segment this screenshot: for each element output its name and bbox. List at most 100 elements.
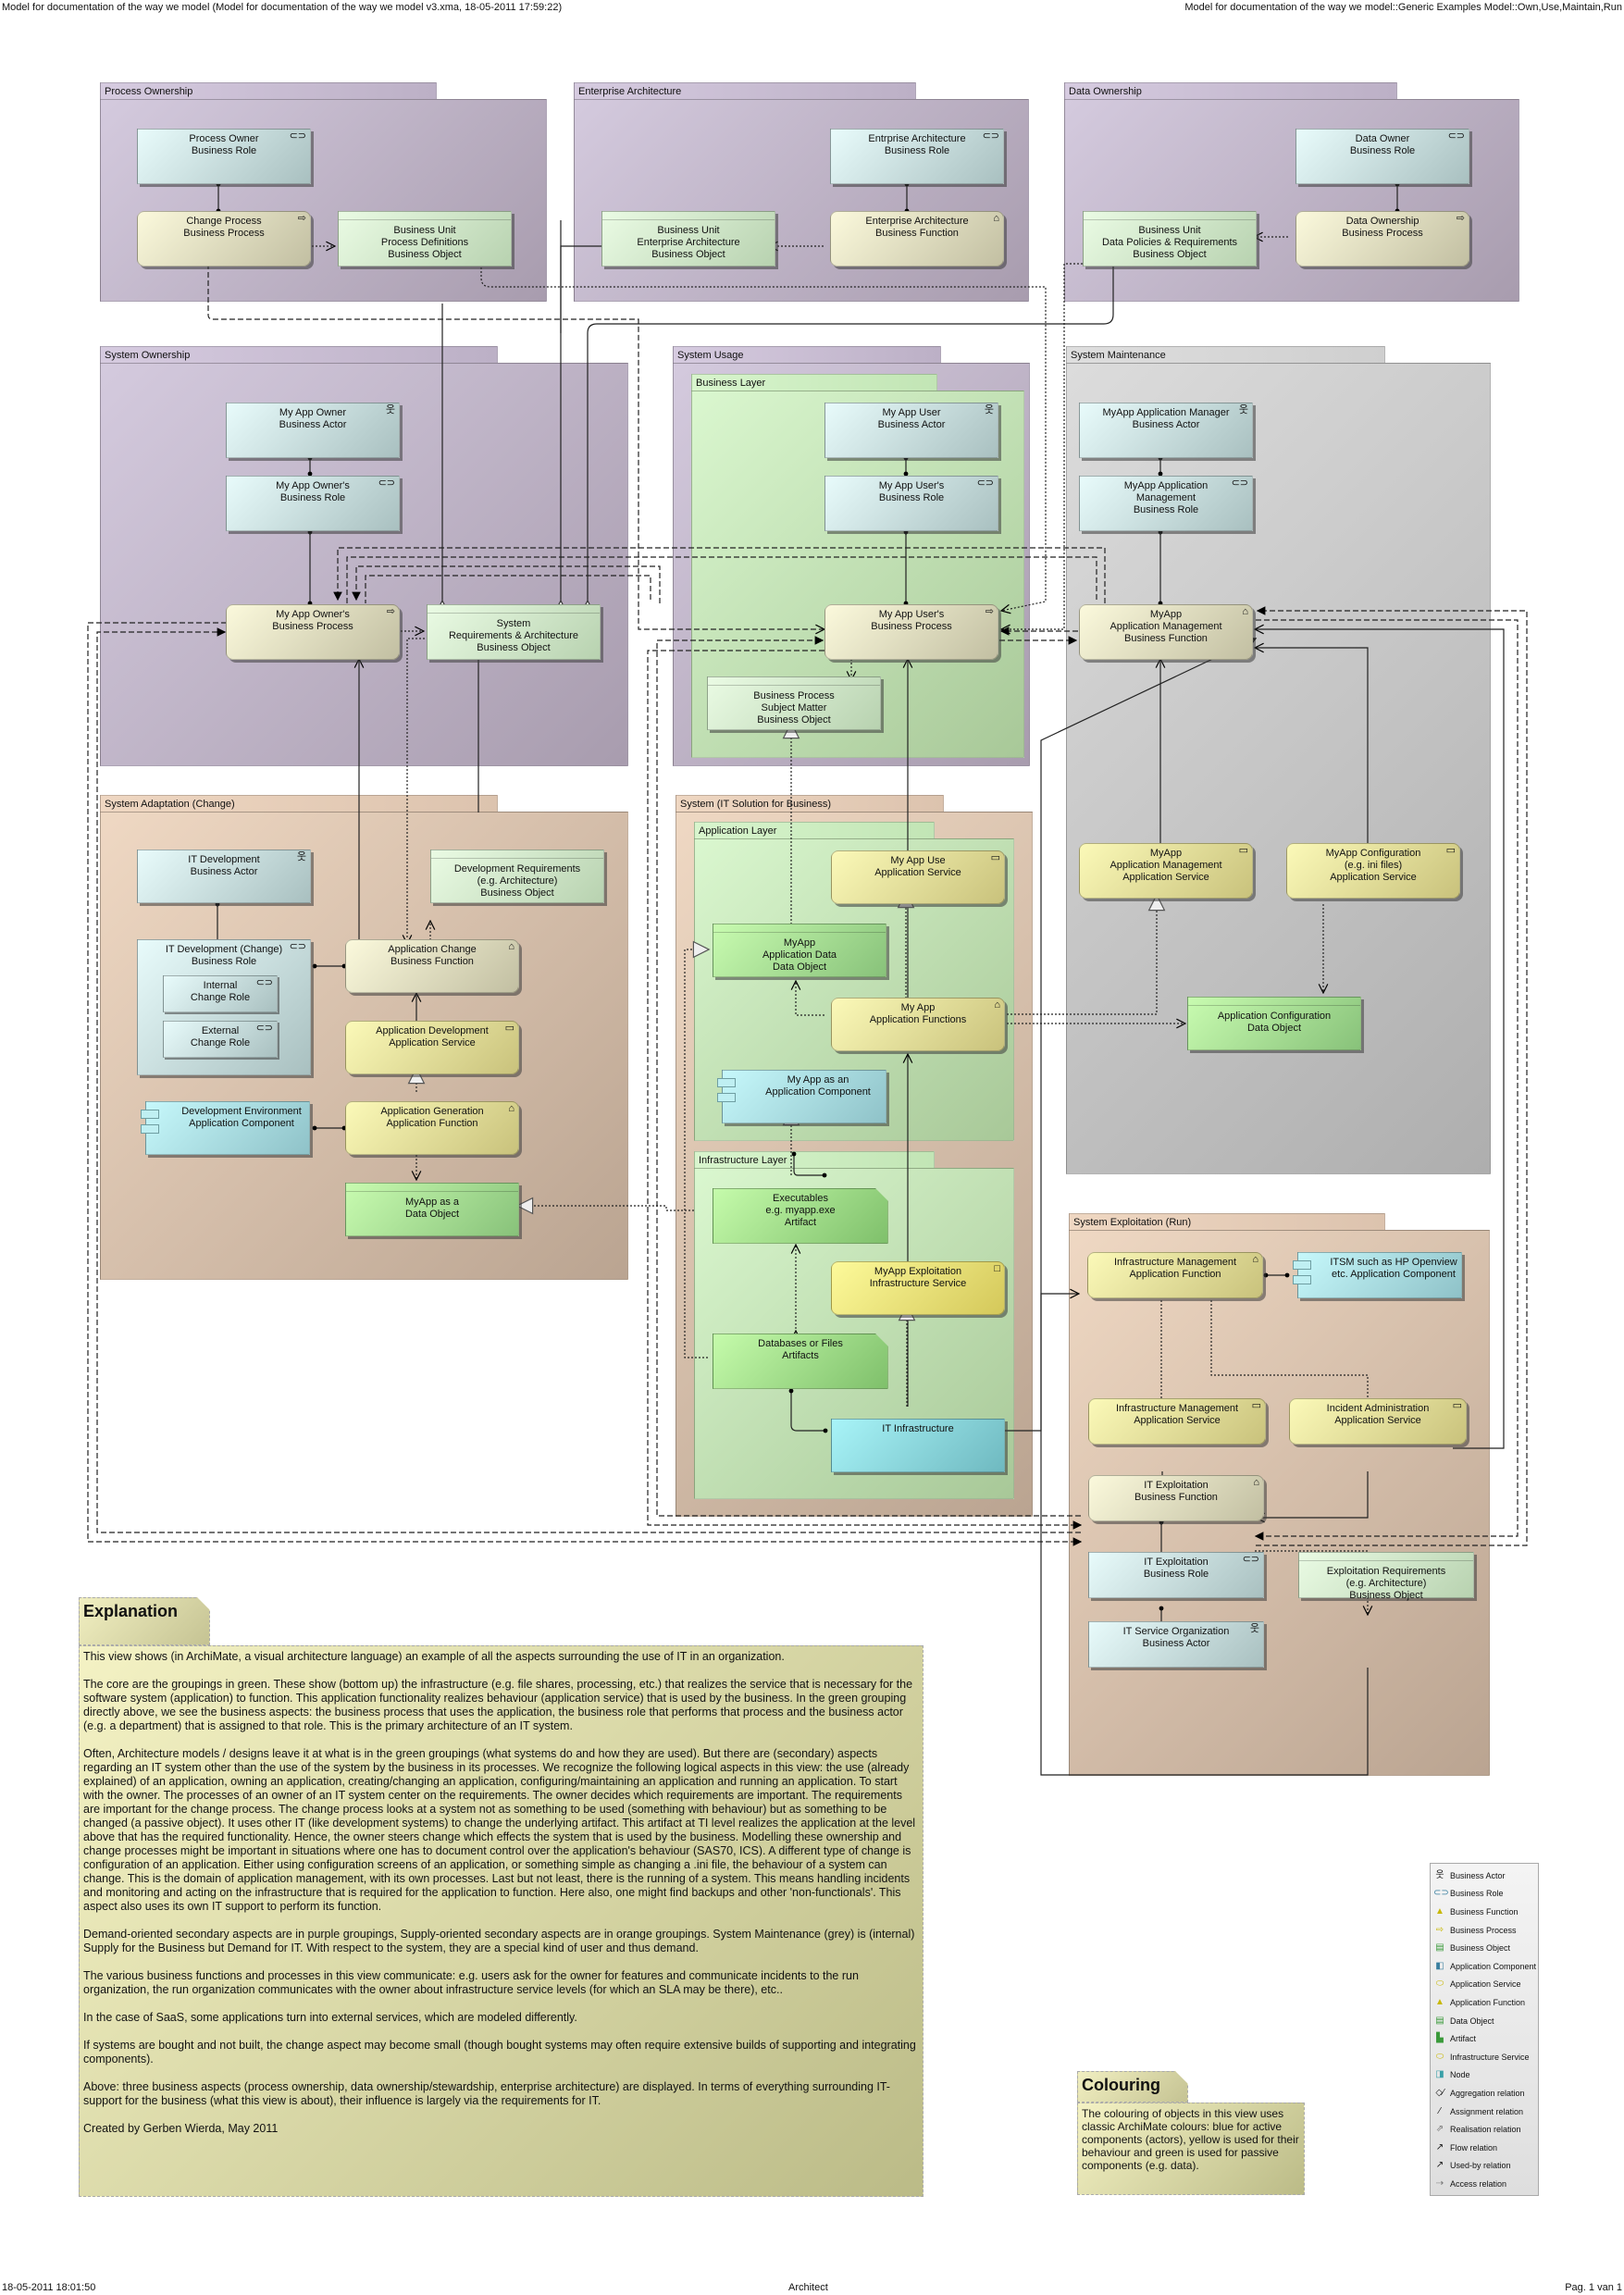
element-app-user-actor[interactable]: My App User Business Actor 웃: [824, 403, 998, 458]
realisation-relation-icon: ⇗: [1435, 2124, 1444, 2135]
element-app-manager-actor[interactable]: MyApp Application Manager Business Actor…: [1079, 403, 1253, 458]
group-data-ownership[interactable]: Data Ownership: [1064, 82, 1519, 302]
element-app-user-process[interactable]: My App User's Business Process ⇨: [824, 604, 998, 660]
element-bu-ea-object[interactable]: Business Unit Enterprise Architecture Bu…: [601, 211, 775, 267]
legend-label: Business Function: [1450, 1906, 1519, 1917]
explanation-credit: Created by Gerben Wierda, May 2011: [83, 2122, 279, 2135]
element-dev-requirements[interactable]: Development Requirements (e.g. Architect…: [430, 850, 604, 903]
element-label: MyApp Application Management Business Fu…: [1110, 609, 1222, 644]
legend-label: Application Function: [1450, 1997, 1526, 2007]
element-label: IT Development Business Actor: [188, 854, 260, 877]
element-dev-env-component[interactable]: Development Environment Application Comp…: [141, 1101, 310, 1155]
element-app-owner-role[interactable]: My App Owner's Business Role ⊂⊃: [226, 476, 400, 531]
element-system-requirements[interactable]: System Requirements & Architecture Busin…: [427, 604, 601, 660]
element-app-component[interactable]: My App as an Application Component: [717, 1070, 886, 1123]
legend: 웃 Business Actor ⊂⊃ Business Role ▲ Busines…: [1430, 1863, 1539, 2196]
explanation-title: Explanation: [79, 1597, 210, 1645]
group-label: System Maintenance: [1066, 346, 1385, 363]
element-app-gen-function[interactable]: Application Generation Application Funct…: [345, 1101, 519, 1155]
element-databases-artifact[interactable]: Databases or Files Artifacts: [713, 1334, 888, 1389]
element-it-service-org-actor[interactable]: IT Service Organization Business Actor 웃: [1088, 1621, 1264, 1668]
element-data-ownership-process[interactable]: Data Ownership Business Process ⇨: [1295, 211, 1469, 267]
group-label: Infrastructure Layer: [694, 1151, 935, 1168]
element-process-owner-role[interactable]: Process Owner Business Role ⊂⊃: [137, 129, 311, 184]
element-ea-role[interactable]: Entrprise Architecture Business Role ⊂⊃: [830, 129, 1004, 184]
element-data-owner-role[interactable]: Data Owner Business Role ⊂⊃: [1295, 129, 1469, 184]
group-enterprise-architecture[interactable]: Enterprise Architecture: [574, 82, 1029, 302]
element-it-exploitation-function[interactable]: IT Exploitation Business Function ⌂: [1088, 1475, 1264, 1521]
element-label: Application Change Business Function: [388, 944, 477, 967]
element-app-change-function[interactable]: Application Change Business Function ⌂: [345, 939, 519, 993]
element-exploitation-infra-service[interactable]: MyApp Exploitation Infrastructure Servic…: [831, 1261, 1005, 1315]
element-itsm-component[interactable]: ITSM such as HP Openview etc. Applicatio…: [1293, 1252, 1462, 1298]
explanation-paragraph: Demand-oriented secondary aspects are in…: [83, 1928, 915, 1954]
element-label: My App Use Application Service: [874, 855, 961, 878]
element-exploitation-requirements[interactable]: Exploitation Requirements (e.g. Architec…: [1298, 1552, 1474, 1601]
element-app-owner-actor[interactable]: My App Owner Business Actor 웃: [226, 403, 400, 458]
element-label: Entrprise Architecture Business Role: [868, 133, 966, 156]
element-app-dev-service[interactable]: Application Development Application Serv…: [345, 1021, 519, 1074]
element-app-functions[interactable]: My App Application Functions ⌂: [831, 998, 1005, 1051]
group-label: Application Layer: [694, 822, 935, 838]
business-function-icon: ⌂: [508, 941, 514, 952]
element-executables-artifact[interactable]: Executables e.g. myapp.exe Artifact: [713, 1188, 888, 1244]
element-label: My App as an Application Component: [765, 1074, 871, 1098]
element-label: Internal Change Role: [190, 980, 251, 1003]
element-app-mgmt-function[interactable]: MyApp Application Management Business Fu…: [1079, 604, 1253, 660]
element-infra-mgmt-service[interactable]: Infrastructure Management Application Se…: [1088, 1398, 1266, 1445]
element-app-use-service[interactable]: My App Use Application Service ▭: [831, 850, 1005, 904]
element-label: Exploitation Requirements (e.g. Architec…: [1326, 1566, 1446, 1601]
element-internal-change-role[interactable]: Internal Change Role ⊂⊃: [163, 975, 278, 1012]
group-process-ownership[interactable]: Process Ownership: [100, 82, 547, 302]
business-function-icon: ▲: [1435, 1905, 1444, 1917]
element-label: Process Owner Business Role: [189, 133, 259, 156]
legend-item: ▙ Artifact: [1431, 2029, 1538, 2048]
element-it-dev-actor[interactable]: IT Development Business Actor 웃: [137, 850, 311, 903]
element-label: Development Environment Application Comp…: [181, 1106, 302, 1129]
element-label: Infrastructure Management Application Fu…: [1113, 1257, 1237, 1280]
element-label: Application Development Application Serv…: [376, 1025, 489, 1048]
element-it-exploitation-role[interactable]: IT Exploitation Business Role ⊂⊃: [1088, 1552, 1264, 1598]
element-infra-mgmt-function[interactable]: Infrastructure Management Application Fu…: [1087, 1252, 1263, 1298]
business-role-icon: ⊂⊃: [289, 941, 306, 952]
element-label: My App Application Functions: [869, 1002, 967, 1025]
data-object-icon: ▤: [1435, 2015, 1444, 2026]
element-app-config-service[interactable]: MyApp Configuration (e.g. ini files) App…: [1286, 843, 1460, 899]
element-app-mgmt-role[interactable]: MyApp Application Management Business Ro…: [1079, 476, 1253, 531]
element-label: System Requirements & Architecture Busin…: [448, 618, 578, 653]
element-myapp-data-object[interactable]: MyApp as a Data Object: [345, 1183, 519, 1236]
element-app-mgmt-service[interactable]: MyApp Application Management Application…: [1079, 843, 1253, 899]
element-label: MyApp Configuration (e.g. ini files) App…: [1325, 848, 1421, 883]
application-function-icon: ⌂: [508, 1103, 514, 1114]
legend-item: ▤ Business Object: [1431, 1939, 1538, 1957]
access-relation-icon: ⇢: [1435, 2177, 1444, 2189]
application-service-icon: ▭: [504, 1023, 514, 1034]
element-ea-function[interactable]: Enterprise Architecture Business Functio…: [830, 211, 1004, 267]
element-app-user-role[interactable]: My App User's Business Role ⊂⊃: [824, 476, 998, 531]
element-it-infrastructure-node[interactable]: IT Infrastructure: [831, 1419, 1005, 1472]
element-bu-data-policies[interactable]: Business Unit Data Policies & Requiremen…: [1083, 211, 1257, 267]
page-header-right: Model for documentation of the way we mo…: [1184, 2, 1622, 13]
assignment-relation-icon: ⁄: [1439, 2105, 1441, 2116]
element-label: Data Ownership Business Process: [1342, 216, 1423, 239]
element-label: MyApp Application Manager Business Actor: [1102, 407, 1230, 430]
element-label: MyApp Application Management Business Ro…: [1123, 480, 1209, 515]
element-app-data-object[interactable]: MyApp Application Data Data Object: [713, 924, 886, 977]
element-bu-process-definitions[interactable]: Business Unit Process Definitions Busine…: [338, 211, 512, 267]
element-label: My App User Business Actor: [877, 407, 946, 430]
element-bp-subject-matter[interactable]: Business Process Subject Matter Business…: [707, 676, 881, 730]
element-change-process[interactable]: Change Process Business Process ⇨: [137, 211, 311, 267]
element-app-owner-process[interactable]: My App Owner's Business Process ⇨: [226, 604, 400, 660]
element-external-change-role[interactable]: External Change Role ⊂⊃: [163, 1021, 278, 1058]
element-label: Change Process Business Process: [183, 216, 265, 239]
element-app-config-data[interactable]: Application Configuration Data Object: [1187, 997, 1361, 1050]
application-service-icon: ▭: [1445, 845, 1456, 856]
legend-label: Business Object: [1450, 1943, 1511, 1954]
business-actor-icon: 웃: [984, 404, 994, 416]
element-incident-admin-service[interactable]: Incident Administration Application Serv…: [1289, 1398, 1467, 1445]
business-role-icon: ⊂⊃: [1433, 1888, 1449, 1899]
explanation-note: This view shows (in ArchiMate, a visual …: [79, 1645, 924, 2197]
element-label: IT Service Organization Business Actor: [1122, 1626, 1230, 1649]
colouring-text: The colouring of objects in this view us…: [1082, 2107, 1299, 2172]
element-label: My App Owner's Business Process: [272, 609, 353, 632]
